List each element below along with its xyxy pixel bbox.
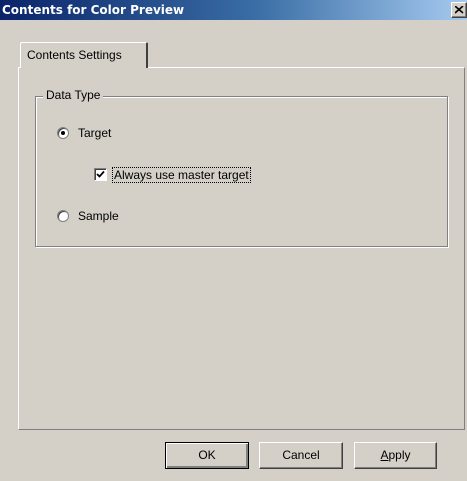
- target-radio-label[interactable]: Target: [78, 126, 111, 140]
- close-icon: [455, 6, 464, 14]
- title-bar[interactable]: Contents for Color Preview: [0, 0, 467, 20]
- always-use-master-target-label[interactable]: Always use master target: [112, 167, 251, 183]
- always-use-master-target-checkbox[interactable]: [94, 168, 107, 181]
- tab-contents-settings[interactable]: Contents Settings: [20, 42, 148, 68]
- cancel-button[interactable]: Cancel: [259, 442, 343, 469]
- tab-label: Contents Settings: [27, 48, 122, 62]
- window-title: Contents for Color Preview: [2, 3, 185, 17]
- checkmark-icon: [96, 170, 105, 178]
- dialog-window: Contents for Color Preview Contents Sett…: [0, 0, 467, 481]
- target-radio[interactable]: [57, 127, 69, 139]
- sample-radio[interactable]: [57, 210, 69, 222]
- radio-selected-dot: [61, 131, 65, 135]
- apply-button[interactable]: Apply: [354, 442, 437, 469]
- group-title: Data Type: [43, 88, 104, 102]
- sample-radio-label[interactable]: Sample: [78, 209, 119, 223]
- close-button[interactable]: [451, 2, 467, 18]
- ok-button[interactable]: OK: [165, 442, 249, 469]
